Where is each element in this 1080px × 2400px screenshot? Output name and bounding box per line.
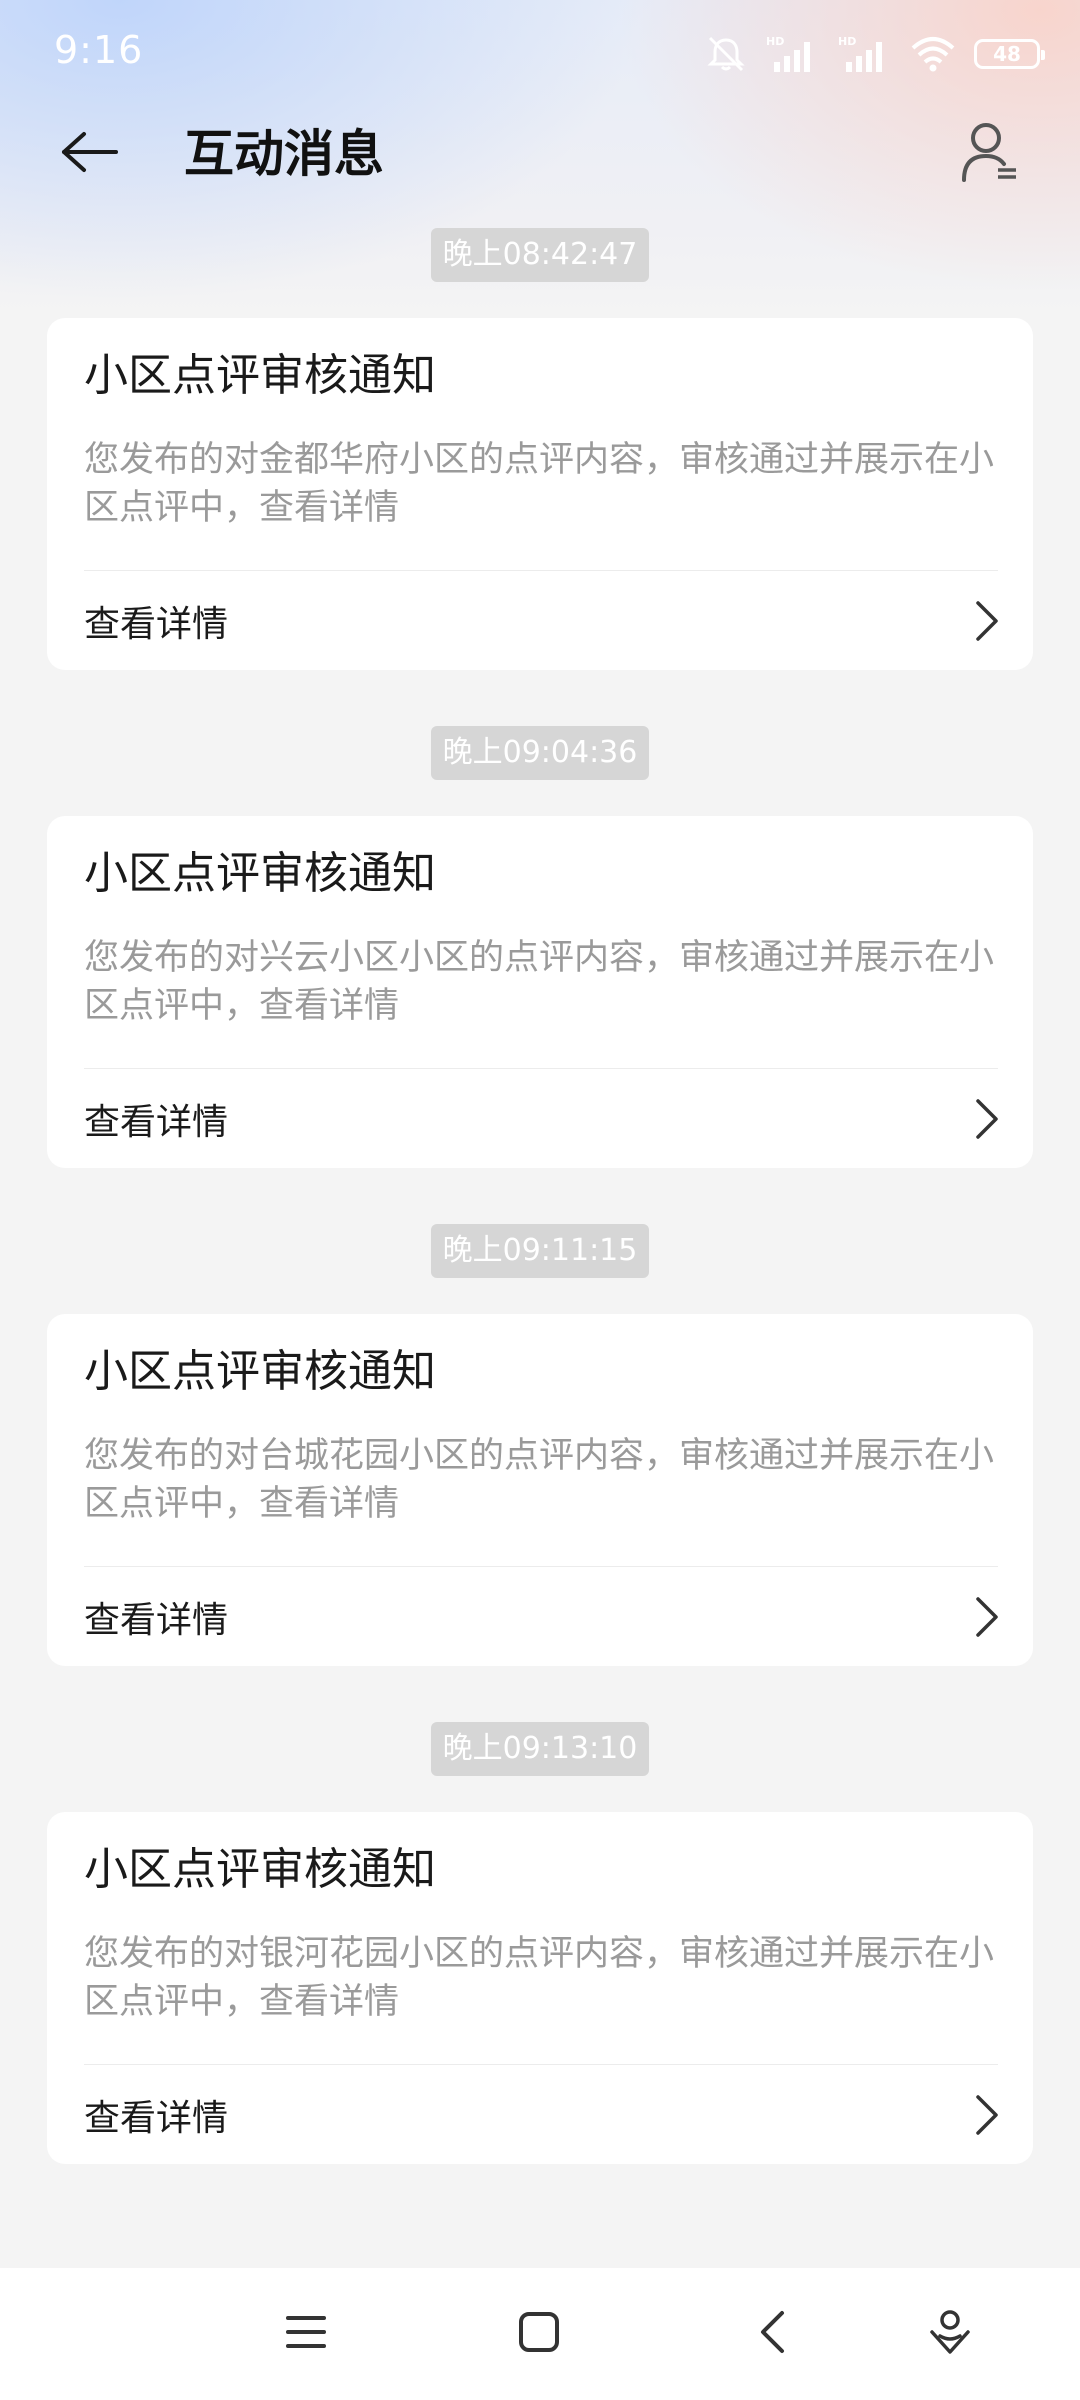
message-time: 晚上09:13:10 <box>430 1722 650 1776</box>
card-title: 小区点评审核通知 <box>84 1844 436 1895</box>
profile-settings-button[interactable] <box>950 118 1030 190</box>
system-navigation-bar <box>0 2268 1080 2400</box>
status-time: 9:16 <box>54 28 144 72</box>
message-feed: 晚上08:42:47 小区点评审核通知 您发布的对金都华府小区的点评内容，审核通… <box>0 228 1080 2220</box>
notification-card[interactable]: 小区点评审核通知 您发布的对金都华府小区的点评内容，审核通过并展示在小区点评中，… <box>47 318 1033 670</box>
view-details-label: 查看详情 <box>84 1600 229 1641</box>
back-button[interactable] <box>50 124 130 184</box>
message-item: 晚上08:42:47 小区点评审核通知 您发布的对金都华府小区的点评内容，审核通… <box>0 228 1080 670</box>
back-arrow-icon <box>60 130 120 178</box>
menu-icon <box>284 2312 328 2356</box>
card-title: 小区点评审核通知 <box>84 1346 436 1397</box>
status-bar: 9:16 HD HD 48 <box>0 0 1080 104</box>
card-divider <box>84 1068 998 1069</box>
notification-card[interactable]: 小区点评审核通知 您发布的对台城花园小区的点评内容，审核通过并展示在小区点评中，… <box>47 1314 1033 1666</box>
back-chevron-icon <box>757 2309 787 2359</box>
notification-card[interactable]: 小区点评审核通知 您发布的对银河花园小区的点评内容，审核通过并展示在小区点评中，… <box>47 1812 1033 2164</box>
message-time: 晚上08:42:47 <box>430 228 650 282</box>
assistant-button[interactable] <box>914 2298 986 2370</box>
card-divider <box>84 1566 998 1567</box>
menu-button[interactable] <box>270 2298 342 2370</box>
notification-card[interactable]: 小区点评审核通知 您发布的对兴云小区小区的点评内容，审核通过并展示在小区点评中，… <box>47 816 1033 1168</box>
assistant-icon <box>928 2308 972 2360</box>
view-details-link[interactable]: 查看详情 <box>84 2066 1007 2164</box>
message-item: 晚上09:04:36 小区点评审核通知 您发布的对兴云小区小区的点评内容，审核通… <box>0 726 1080 1168</box>
view-details-label: 查看详情 <box>84 2098 229 2139</box>
battery-level: 48 <box>993 42 1021 66</box>
chevron-right-icon <box>967 2091 1007 2139</box>
view-details-label: 查看详情 <box>84 1102 229 1143</box>
user-settings-icon <box>960 120 1020 188</box>
signal-hd-icon: HD <box>838 34 892 74</box>
chevron-right-icon <box>967 597 1007 645</box>
card-divider <box>84 570 998 571</box>
svg-text:HD: HD <box>838 35 856 48</box>
system-back-button[interactable] <box>736 2298 808 2370</box>
status-icons: HD HD 48 <box>704 32 1045 76</box>
mute-icon <box>704 34 748 74</box>
svg-text:HD: HD <box>766 35 784 48</box>
message-item: 晚上09:13:10 小区点评审核通知 您发布的对银河花园小区的点评内容，审核通… <box>0 1722 1080 2164</box>
card-title: 小区点评审核通知 <box>84 350 436 401</box>
view-details-link[interactable]: 查看详情 <box>84 572 1007 670</box>
view-details-link[interactable]: 查看详情 <box>84 1568 1007 1666</box>
message-item: 晚上09:11:15 小区点评审核通知 您发布的对台城花园小区的点评内容，审核通… <box>0 1224 1080 1666</box>
card-divider <box>84 2064 998 2065</box>
message-time: 晚上09:04:36 <box>430 726 650 780</box>
signal-hd-icon: HD <box>766 34 820 74</box>
view-details-label: 查看详情 <box>84 604 229 645</box>
chevron-right-icon <box>967 1593 1007 1641</box>
page-title: 互动消息 <box>184 125 384 183</box>
battery-icon: 48 <box>974 39 1045 69</box>
message-time: 晚上09:11:15 <box>430 1224 650 1278</box>
home-square-icon <box>517 2310 561 2358</box>
wifi-icon <box>910 34 956 74</box>
app-header: 互动消息 <box>0 104 1080 204</box>
card-description: 您发布的对金都华府小区的点评内容，审核通过并展示在小区点评中，查看详情 <box>84 440 995 528</box>
home-button[interactable] <box>503 2298 575 2370</box>
card-description: 您发布的对兴云小区小区的点评内容，审核通过并展示在小区点评中，查看详情 <box>84 938 995 1026</box>
view-details-link[interactable]: 查看详情 <box>84 1070 1007 1168</box>
chevron-right-icon <box>967 1095 1007 1143</box>
card-title: 小区点评审核通知 <box>84 848 436 899</box>
card-description: 您发布的对台城花园小区的点评内容，审核通过并展示在小区点评中，查看详情 <box>84 1436 995 1524</box>
card-description: 您发布的对银河花园小区的点评内容，审核通过并展示在小区点评中，查看详情 <box>84 1934 995 2022</box>
